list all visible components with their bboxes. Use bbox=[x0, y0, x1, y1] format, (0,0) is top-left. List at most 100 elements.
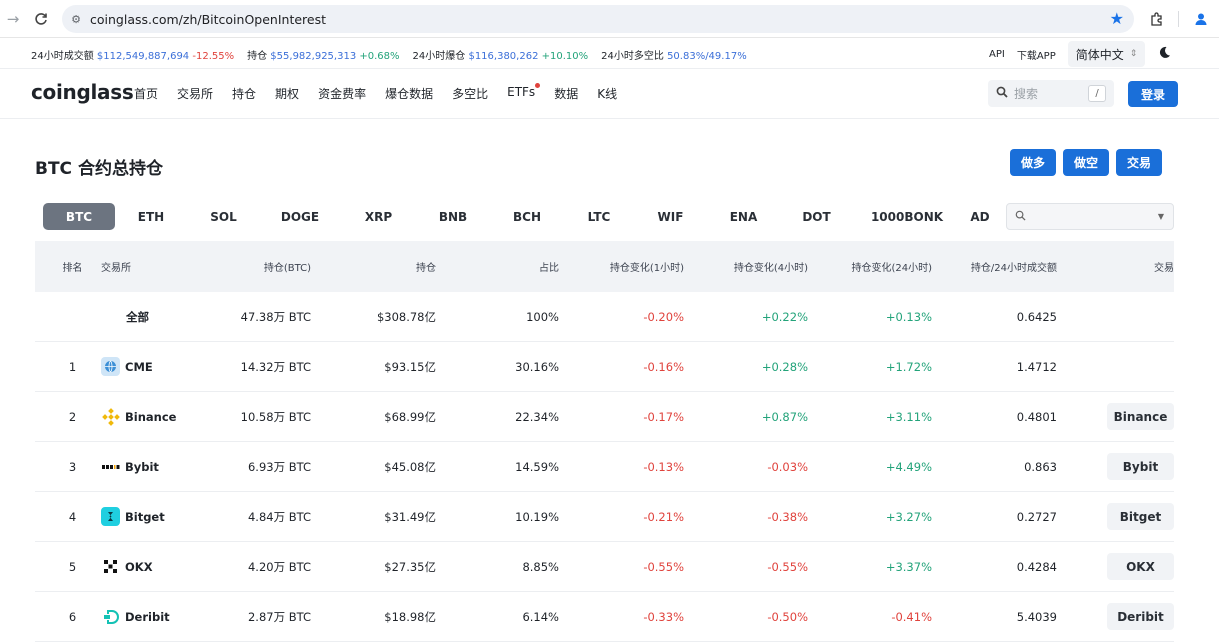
browser-toolbar: → ⚙ coinglass.com/zh/BitcoinOpenInterest… bbox=[0, 0, 1219, 38]
exchange-name: Bitget bbox=[125, 509, 165, 524]
coin-tab-ltc[interactable]: LTC bbox=[565, 203, 633, 230]
globe-icon bbox=[101, 357, 120, 376]
coin-search-select[interactable]: ▼ bbox=[1006, 203, 1174, 230]
row-change-1h: -0.55% bbox=[643, 559, 684, 574]
coin-tab-ena[interactable]: ENA bbox=[708, 203, 779, 230]
row-share: 10.19% bbox=[515, 509, 559, 524]
trade-okx-button[interactable]: OKX bbox=[1107, 553, 1174, 580]
col-oi[interactable]: 持仓 bbox=[335, 241, 436, 292]
page-title: BTC 合约总持仓 bbox=[35, 159, 163, 179]
col-change-24h[interactable]: 持仓变化(24小时) bbox=[835, 241, 932, 292]
col-change-4h[interactable]: 持仓变化(4小时) bbox=[715, 241, 808, 292]
stat-ls-value: 50.83%/49.17% bbox=[667, 51, 747, 62]
trade-actions: 做多 做空 交易 bbox=[1010, 149, 1163, 176]
row-trade: OKX bbox=[1085, 542, 1174, 591]
site-search-input[interactable]: 搜索 / bbox=[988, 80, 1114, 107]
col-oi-volume-ratio[interactable]: 持仓/24小时成交额 bbox=[960, 241, 1057, 292]
row-change-1h: -0.21% bbox=[643, 509, 684, 524]
reload-icon[interactable] bbox=[30, 8, 52, 30]
login-button[interactable]: 登录 bbox=[1128, 81, 1178, 107]
stat-volume: 24小时成交额 $112,549,887,694 -12.55% bbox=[31, 47, 234, 62]
row-trade: Deribit bbox=[1085, 592, 1174, 641]
nav-item-home[interactable]: 首页 bbox=[134, 85, 158, 102]
nav-item-etfs[interactable]: ETFs bbox=[507, 83, 541, 102]
row-oi: $68.99亿 bbox=[384, 409, 436, 424]
download-app-link[interactable]: 下载APP bbox=[1017, 47, 1056, 62]
row-change-4h: -0.50% bbox=[767, 609, 808, 624]
header-utilities: API 下载APP 简体中文 ⇕ bbox=[989, 41, 1171, 67]
col-change-1h[interactable]: 持仓变化(1小时) bbox=[590, 241, 684, 292]
address-bar[interactable]: ⚙ coinglass.com/zh/BitcoinOpenInterest ★ bbox=[62, 5, 1134, 33]
row-ratio: 0.4801 bbox=[1016, 409, 1057, 424]
trade-bybit-button[interactable]: Bybit bbox=[1107, 453, 1174, 480]
profile-icon[interactable] bbox=[1190, 8, 1212, 30]
nav-item-long-short[interactable]: 多空比 bbox=[452, 85, 488, 102]
exchange-name: Bybit bbox=[125, 459, 159, 474]
coin-tab-eth[interactable]: ETH bbox=[115, 203, 187, 230]
stat-oi-label: 持仓 bbox=[247, 51, 268, 62]
back-arrow-icon[interactable]: → bbox=[2, 8, 24, 30]
dark-mode-moon-icon[interactable] bbox=[1158, 46, 1171, 63]
table-row: 6 Deribit 2.87万 BTC $18.98亿 6.14% -0.33%… bbox=[35, 592, 1174, 642]
row-share: 14.59% bbox=[515, 459, 559, 474]
row-change-1h: -0.16% bbox=[643, 359, 684, 374]
stat-volume-change: -12.55% bbox=[192, 51, 235, 62]
row-oi: $18.98亿 bbox=[384, 609, 436, 624]
row-change-4h: -0.38% bbox=[767, 509, 808, 524]
row-share: 30.16% bbox=[515, 359, 559, 374]
stat-liq-value: $116,380,262 bbox=[468, 51, 539, 62]
nav-item-funding-rate[interactable]: 资金费率 bbox=[318, 85, 366, 102]
col-share[interactable]: 占比 bbox=[475, 241, 559, 292]
nav-item-options[interactable]: 期权 bbox=[275, 85, 299, 102]
nav-item-data[interactable]: 数据 bbox=[554, 85, 578, 102]
row-oi: $93.15亿 bbox=[384, 359, 436, 374]
bitget-s-icon bbox=[101, 507, 120, 526]
coin-tab-bnb[interactable]: BNB bbox=[417, 203, 489, 230]
row-rank bbox=[35, 292, 110, 341]
open-interest-table: 排名 交易所 持仓(BTC) 持仓 占比 持仓变化(1小时) 持仓变化(4小时)… bbox=[35, 241, 1174, 642]
row-ratio: 0.4284 bbox=[1016, 559, 1057, 574]
site-settings-icon[interactable]: ⚙ bbox=[62, 13, 90, 26]
row-share: 6.14% bbox=[522, 609, 559, 624]
long-button[interactable]: 做多 bbox=[1010, 149, 1057, 176]
coin-tab-dot[interactable]: DOT bbox=[779, 203, 854, 230]
coin-tab-ad[interactable]: AD bbox=[960, 203, 999, 230]
nav-item-liquidations[interactable]: 爆仓数据 bbox=[385, 85, 433, 102]
exchange-name: 全部 bbox=[126, 309, 149, 324]
coin-tab-bch[interactable]: BCH bbox=[489, 203, 565, 230]
coinglass-logo[interactable]: coinglass bbox=[31, 80, 134, 104]
coin-tab-xrp[interactable]: XRP bbox=[340, 203, 417, 230]
row-change-4h: +0.28% bbox=[761, 359, 808, 374]
row-oi: $308.78亿 bbox=[376, 309, 436, 324]
coin-tab-wif[interactable]: WIF bbox=[633, 203, 708, 230]
col-rank[interactable]: 排名 bbox=[35, 241, 110, 292]
row-change-4h: -0.55% bbox=[767, 559, 808, 574]
language-select[interactable]: 简体中文 ⇕ bbox=[1067, 41, 1145, 67]
trade-deribit-button[interactable]: Deribit bbox=[1107, 603, 1174, 630]
coin-tab-btc[interactable]: BTC bbox=[43, 203, 115, 230]
nav-item-open-interest[interactable]: 持仓 bbox=[232, 85, 256, 102]
row-trade: Bybit bbox=[1085, 442, 1174, 491]
trade-binance-button[interactable]: Binance bbox=[1107, 403, 1174, 430]
nav-item-kline[interactable]: K线 bbox=[597, 85, 617, 102]
coin-tabs: BTC ETH SOL DOGE XRP BNB BCH LTC WIF ENA… bbox=[43, 203, 999, 230]
row-oi: $45.08亿 bbox=[384, 459, 436, 474]
short-button[interactable]: 做空 bbox=[1063, 149, 1110, 176]
row-oi: $31.49亿 bbox=[384, 509, 436, 524]
trade-bitget-button[interactable]: Bitget bbox=[1107, 503, 1174, 530]
bybit-wordmark-icon bbox=[101, 457, 120, 476]
stat-oi-value: $55,982,925,313 bbox=[270, 51, 357, 62]
stat-liq-change: +10.10% bbox=[541, 51, 589, 62]
extensions-icon[interactable] bbox=[1146, 8, 1168, 30]
exchange-name: CME bbox=[125, 359, 153, 374]
updown-chevron-icon: ⇕ bbox=[1129, 49, 1138, 59]
coin-tab-doge[interactable]: DOGE bbox=[260, 203, 340, 230]
api-link[interactable]: API bbox=[989, 49, 1005, 60]
nav-item-exchanges[interactable]: 交易所 bbox=[177, 85, 213, 102]
col-oi-btc[interactable]: 持仓(BTC) bbox=[215, 241, 311, 292]
coin-tab-sol[interactable]: SOL bbox=[187, 203, 260, 230]
coin-tab-1000bonk[interactable]: 1000BONK bbox=[854, 203, 960, 230]
bookmark-star-icon[interactable]: ★ bbox=[1110, 9, 1124, 28]
row-rank: 5 bbox=[68, 559, 77, 574]
trade-button[interactable]: 交易 bbox=[1116, 149, 1163, 176]
